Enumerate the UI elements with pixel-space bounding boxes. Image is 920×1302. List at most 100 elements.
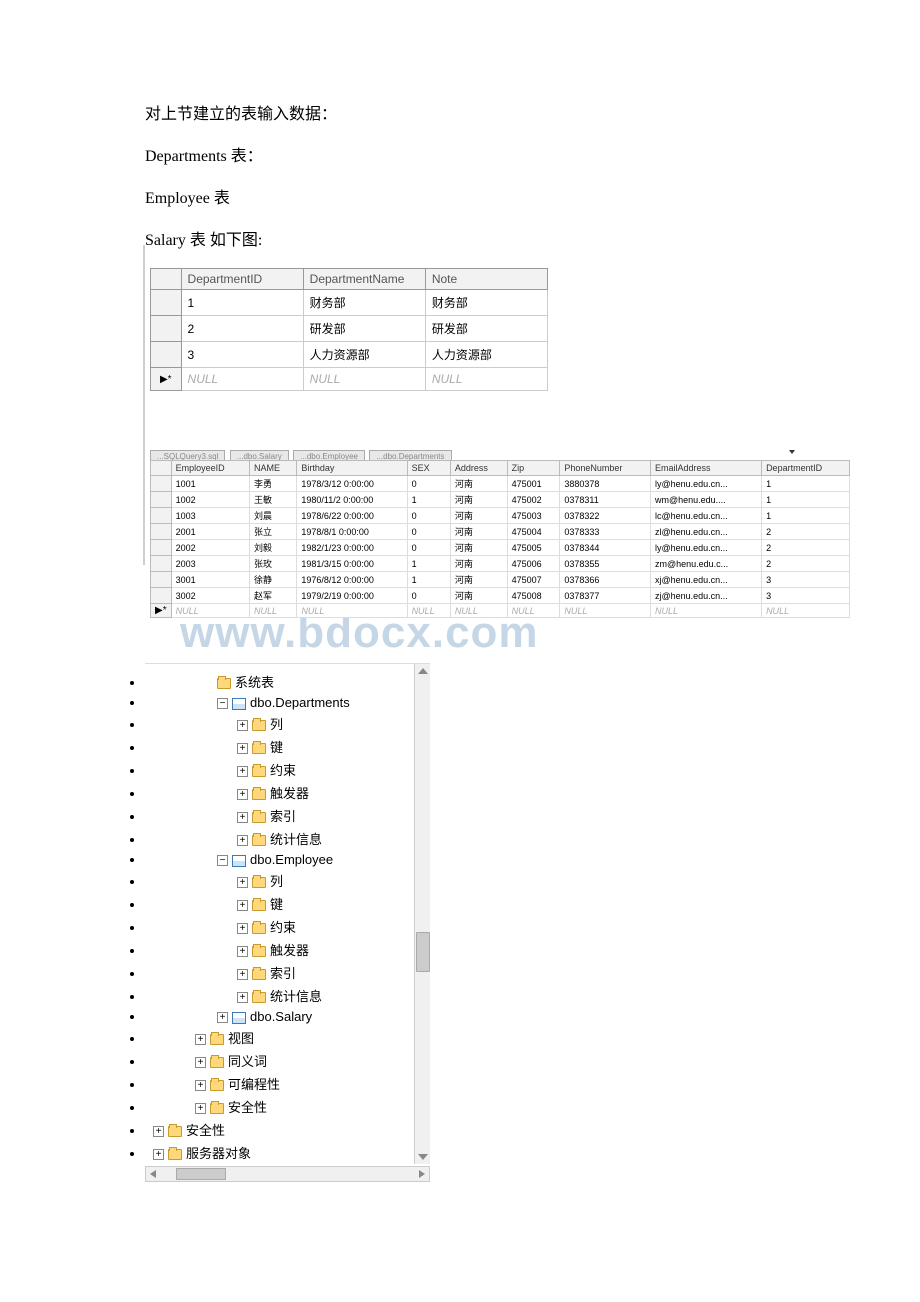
tree-vertical-scrollbar[interactable]: [414, 664, 430, 1164]
col-departmentid[interactable]: DepartmentID: [762, 461, 850, 476]
row-selector[interactable]: [151, 476, 172, 492]
cell-name[interactable]: 张立: [250, 524, 297, 540]
tab-salary[interactable]: ...dbo.Salary: [230, 450, 289, 460]
cell-sex[interactable]: 0: [407, 476, 450, 492]
tree-constraints[interactable]: +约束: [145, 915, 430, 938]
cell-dept[interactable]: 3: [762, 572, 850, 588]
row-selector[interactable]: [151, 524, 172, 540]
cell-birthday[interactable]: 1976/8/12 0:00:00: [297, 572, 407, 588]
cell-null[interactable]: NULL: [297, 604, 407, 618]
col-name[interactable]: NAME: [250, 461, 297, 476]
cell-birthday[interactable]: 1979/2/19 0:00:00: [297, 588, 407, 604]
expand-icon[interactable]: +: [195, 1103, 206, 1114]
cell-name[interactable]: 赵军: [250, 588, 297, 604]
cell-address[interactable]: 河南: [450, 540, 507, 556]
expand-icon[interactable]: +: [237, 923, 248, 934]
tree-triggers[interactable]: +触发器: [145, 938, 430, 961]
cell-zip[interactable]: 475003: [507, 508, 560, 524]
tab-sqlquery[interactable]: ...SQLQuery3.sql: [150, 450, 225, 460]
cell-sex[interactable]: 0: [407, 524, 450, 540]
cell-null[interactable]: NULL: [181, 368, 303, 391]
cell-null[interactable]: NULL: [450, 604, 507, 618]
scroll-down-icon[interactable]: [418, 1154, 428, 1160]
cell-address[interactable]: 河南: [450, 492, 507, 508]
cell-null[interactable]: NULL: [425, 368, 547, 391]
cell-address[interactable]: 河南: [450, 508, 507, 524]
tree-server-objects[interactable]: +服务器对象: [145, 1141, 430, 1164]
cell-email[interactable]: xj@henu.edu.cn...: [651, 572, 762, 588]
cell-name[interactable]: 徐静: [250, 572, 297, 588]
col-departmentid[interactable]: DepartmentID: [181, 269, 303, 290]
col-sex[interactable]: SEX: [407, 461, 450, 476]
tree-dbo-departments[interactable]: −dbo.Departments: [145, 693, 430, 712]
expand-icon[interactable]: +: [195, 1080, 206, 1091]
cell-zip[interactable]: 475005: [507, 540, 560, 556]
tree-keys[interactable]: +键: [145, 735, 430, 758]
tree-security[interactable]: +安全性: [145, 1095, 430, 1118]
col-zip[interactable]: Zip: [507, 461, 560, 476]
table-row[interactable]: 2001 张立 1978/8/1 0:00:00 0 河南 475004 037…: [151, 524, 850, 540]
table-row[interactable]: 3001 徐静 1976/8/12 0:00:00 1 河南 475007 03…: [151, 572, 850, 588]
cell-dept[interactable]: 2: [762, 524, 850, 540]
col-address[interactable]: Address: [450, 461, 507, 476]
cell-employeeid[interactable]: 1001: [171, 476, 249, 492]
tab-departments[interactable]: ...dbo.Departments: [369, 450, 451, 460]
expand-icon[interactable]: +: [237, 877, 248, 888]
cell-name[interactable]: 刘晨: [250, 508, 297, 524]
expand-icon[interactable]: +: [195, 1057, 206, 1068]
cell-dept[interactable]: 1: [762, 476, 850, 492]
row-selector[interactable]: [151, 316, 182, 342]
cell-name[interactable]: 人力资源部: [303, 342, 425, 368]
tree-stats[interactable]: +统计信息: [145, 827, 430, 850]
expand-icon[interactable]: +: [153, 1149, 164, 1160]
scroll-thumb[interactable]: [416, 932, 430, 972]
expand-icon[interactable]: +: [237, 969, 248, 980]
cell-dept[interactable]: 1: [762, 492, 850, 508]
tree-dbo-salary[interactable]: +dbo.Salary: [145, 1007, 430, 1026]
table-row[interactable]: 1003 刘晨 1978/6/22 0:00:00 0 河南 475003 03…: [151, 508, 850, 524]
tree-views[interactable]: +视图: [145, 1026, 430, 1049]
expand-icon[interactable]: +: [237, 720, 248, 731]
tree-stats[interactable]: +统计信息: [145, 984, 430, 1007]
table-row[interactable]: 3002 赵军 1979/2/19 0:00:00 0 河南 475008 03…: [151, 588, 850, 604]
row-selector[interactable]: [151, 588, 172, 604]
cell-dept[interactable]: 2: [762, 556, 850, 572]
cell-employeeid[interactable]: 2001: [171, 524, 249, 540]
cell-dept[interactable]: 2: [762, 540, 850, 556]
table-row[interactable]: 2002 刘毅 1982/1/23 0:00:00 0 河南 475005 03…: [151, 540, 850, 556]
expand-icon[interactable]: +: [237, 900, 248, 911]
tree-programmability[interactable]: +可编程性: [145, 1072, 430, 1095]
cell-birthday[interactable]: 1982/1/23 0:00:00: [297, 540, 407, 556]
cell-phone[interactable]: 0378344: [560, 540, 651, 556]
tree-indexes[interactable]: +索引: [145, 804, 430, 827]
cell-address[interactable]: 河南: [450, 556, 507, 572]
cell-id[interactable]: 1: [181, 290, 303, 316]
cell-email[interactable]: zj@henu.edu.cn...: [651, 588, 762, 604]
cell-null[interactable]: NULL: [507, 604, 560, 618]
cell-zip[interactable]: 475002: [507, 492, 560, 508]
cell-note[interactable]: 研发部: [425, 316, 547, 342]
cell-name[interactable]: 李勇: [250, 476, 297, 492]
cell-zip[interactable]: 475004: [507, 524, 560, 540]
scroll-up-icon[interactable]: [418, 668, 428, 674]
col-phone[interactable]: PhoneNumber: [560, 461, 651, 476]
cell-sex[interactable]: 0: [407, 540, 450, 556]
tree-synonyms[interactable]: +同义词: [145, 1049, 430, 1072]
expand-icon[interactable]: +: [237, 835, 248, 846]
cell-name[interactable]: 财务部: [303, 290, 425, 316]
tree-columns[interactable]: +列: [145, 712, 430, 735]
cell-birthday[interactable]: 1978/6/22 0:00:00: [297, 508, 407, 524]
cell-birthday[interactable]: 1978/8/1 0:00:00: [297, 524, 407, 540]
cell-zip[interactable]: 475006: [507, 556, 560, 572]
col-employeeid[interactable]: EmployeeID: [171, 461, 249, 476]
cell-phone[interactable]: 0378333: [560, 524, 651, 540]
cell-sex[interactable]: 0: [407, 588, 450, 604]
collapse-icon[interactable]: −: [217, 698, 228, 709]
cell-email[interactable]: ly@henu.edu.cn...: [651, 476, 762, 492]
tab-employee[interactable]: ...dbo.Employee: [293, 450, 365, 460]
col-departmentname[interactable]: DepartmentName: [303, 269, 425, 290]
cell-null[interactable]: NULL: [762, 604, 850, 618]
cell-email[interactable]: lc@henu.edu.cn...: [651, 508, 762, 524]
row-selector[interactable]: [151, 492, 172, 508]
cell-employeeid[interactable]: 2002: [171, 540, 249, 556]
